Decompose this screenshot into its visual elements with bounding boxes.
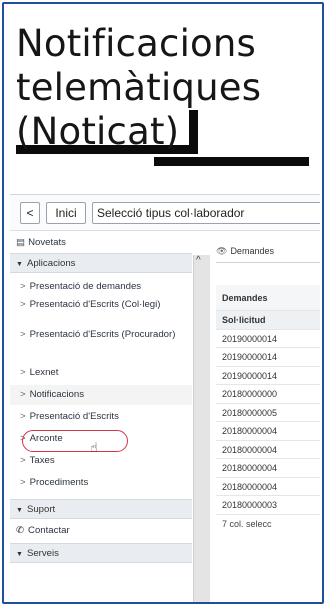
caret-down-icon: ▼ bbox=[16, 261, 23, 268]
caret-down-icon: ▼ bbox=[16, 507, 23, 514]
back-button[interactable]: < bbox=[20, 202, 40, 224]
eye-icon: 👁 bbox=[216, 246, 228, 256]
news-icon: ▤ bbox=[16, 237, 26, 248]
sidebar-section-serveis[interactable]: ▼ Serveis bbox=[10, 543, 192, 563]
home-button[interactable]: Inici bbox=[46, 202, 86, 224]
sidebar-item-arconte[interactable]: > Arconte bbox=[10, 429, 192, 449]
sidebar-scrollbar[interactable] bbox=[193, 255, 210, 602]
title-line-1: Notificacions bbox=[16, 22, 257, 65]
app-screenshot: < Inici Selecció tipus col·laborador ▤ No… bbox=[10, 194, 320, 602]
collaborator-type-selector[interactable]: Selecció tipus col·laborador bbox=[92, 202, 320, 224]
chevron-right-icon: > bbox=[20, 329, 26, 340]
tab-demandes[interactable]: 👁 Demandes bbox=[216, 239, 320, 263]
table-row[interactable]: 20190000014 bbox=[216, 330, 320, 348]
chevron-right-icon: > bbox=[20, 281, 26, 292]
sidebar-item-escrits-procurador[interactable]: > Presentació d'Escrits (Procurador) bbox=[10, 327, 192, 355]
table-row[interactable]: 20180000003 bbox=[216, 496, 320, 515]
table-row[interactable]: 20180000004 bbox=[216, 441, 320, 459]
table-row[interactable]: 20180000004 bbox=[216, 478, 320, 496]
main-panel: 👁 Demandes Demandes Sol·licitud 201900000… bbox=[212, 233, 320, 602]
chevron-right-icon: > bbox=[20, 477, 26, 488]
table-row[interactable]: 20180000004 bbox=[216, 422, 320, 441]
hand-cursor-icon: ☝ bbox=[90, 440, 98, 455]
sidebar-item-notificacions[interactable]: > Notificacions bbox=[10, 385, 192, 405]
slide-frame: Notificacions telemàtiques (Noticat) < I… bbox=[2, 2, 324, 604]
table-footer: 7 col. selecc bbox=[222, 518, 272, 529]
sidebar-item-escrits-collegi[interactable]: > Presentació d'Escrits (Col·legi) bbox=[10, 297, 192, 325]
chevron-right-icon: > bbox=[20, 433, 26, 444]
top-toolbar: < Inici Selecció tipus col·laborador bbox=[10, 195, 320, 231]
sidebar-item-procediments[interactable]: > Procediments bbox=[10, 473, 192, 493]
sidebar-item-lexnet[interactable]: > Lexnet bbox=[10, 363, 192, 383]
caret-down-icon: ▼ bbox=[16, 551, 23, 558]
sidebar-item-presentacio-escrits[interactable]: > Presentació d'Escrits bbox=[10, 407, 192, 427]
sidebar: ▤ Novetats ▼ Aplicacions > Presentació de d… bbox=[10, 233, 210, 602]
title-underline-bar bbox=[154, 157, 309, 166]
sidebar-item-presentacio-demandes[interactable]: > Presentació de demandes bbox=[10, 277, 192, 297]
table-title: Demandes bbox=[216, 285, 320, 311]
chevron-right-icon: > bbox=[20, 455, 26, 466]
sidebar-section-suport[interactable]: ▼ Suport bbox=[10, 499, 192, 519]
table-row[interactable]: 20180000000 bbox=[216, 385, 320, 404]
table-row[interactable]: 20180000005 bbox=[216, 404, 320, 422]
chevron-right-icon: > bbox=[20, 411, 26, 422]
chevron-right-icon: > bbox=[20, 389, 26, 400]
table-row[interactable]: 20190000014 bbox=[216, 367, 320, 385]
chevron-right-icon: > bbox=[20, 299, 26, 310]
table-row[interactable]: 20180000004 bbox=[216, 459, 320, 478]
column-header-sollicitud[interactable]: Sol·licitud bbox=[216, 311, 320, 330]
demandes-table: Demandes Sol·licitud 20190000014 2019000… bbox=[216, 285, 320, 533]
scroll-up-icon[interactable]: ^ bbox=[196, 255, 201, 266]
sidebar-section-aplicacions[interactable]: ▼ Aplicacions bbox=[10, 253, 192, 273]
title-line-3: (Noticat) bbox=[16, 110, 199, 154]
phone-icon: ✆ bbox=[16, 525, 25, 536]
slide-title: Notificacions telemàtiques (Noticat) bbox=[16, 22, 316, 154]
title-line-2: telemàtiques bbox=[16, 66, 262, 109]
chevron-right-icon: > bbox=[20, 367, 26, 378]
sidebar-item-contactar[interactable]: ✆ Contactar bbox=[10, 521, 192, 541]
table-row[interactable]: 20190000014 bbox=[216, 348, 320, 367]
sidebar-item-novetats[interactable]: ▤ Novetats bbox=[10, 233, 192, 253]
sidebar-item-taxes[interactable]: > Taxes bbox=[10, 451, 192, 471]
